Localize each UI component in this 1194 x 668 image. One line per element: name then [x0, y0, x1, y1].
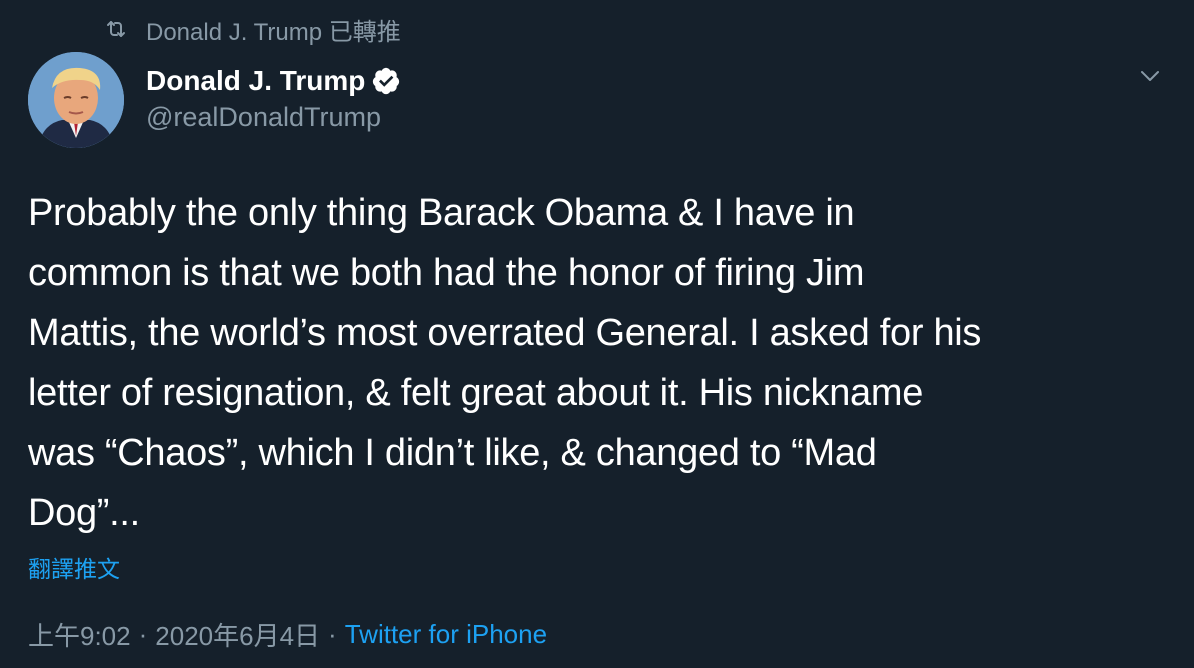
tweet-source-link[interactable]: Twitter for iPhone	[345, 619, 547, 650]
tweet-text-line: was “Chaos”, which I didn’t like, & chan…	[28, 432, 877, 474]
chevron-down-icon	[1141, 71, 1159, 81]
avatar[interactable]	[28, 52, 124, 148]
tweet-text-line: Mattis, the world’s most overrated Gener…	[28, 312, 982, 354]
meta-separator: ·	[328, 618, 337, 649]
display-name[interactable]: Donald J. Trump	[146, 65, 365, 97]
meta-separator: ·	[138, 618, 148, 649]
author-handle[interactable]: @realDonaldTrump	[146, 102, 381, 133]
tweet-date[interactable]: 2020年6月4日	[155, 616, 320, 653]
translate-tweet-link[interactable]: 翻譯推文	[28, 550, 120, 584]
tweet-menu-button[interactable]	[1134, 60, 1166, 92]
verified-badge-icon	[371, 66, 401, 96]
author-name-row[interactable]: Donald J. Trump	[146, 62, 401, 100]
retweet-context[interactable]: Donald J. Trump 已轉推	[104, 12, 401, 46]
tweet-text-line: common is that we both had the honor of …	[28, 252, 865, 294]
retweet-label: Donald J. Trump 已轉推	[146, 18, 401, 46]
tweet-text-line: letter of resignation, & felt great abou…	[28, 372, 924, 414]
tweet-text-line: Probably the only thing Barack Obama & I…	[28, 192, 855, 234]
tweet-time[interactable]: 上午9:02	[28, 616, 131, 653]
retweet-icon	[104, 17, 128, 41]
tweet-text: Probably the only thing Barack Obama & I…	[28, 183, 1168, 543]
tweet-text-line: Dog”...	[28, 492, 140, 534]
tweet-metadata: 上午9:02 · 2020年6月4日 · Twitter for iPhone	[28, 614, 547, 654]
